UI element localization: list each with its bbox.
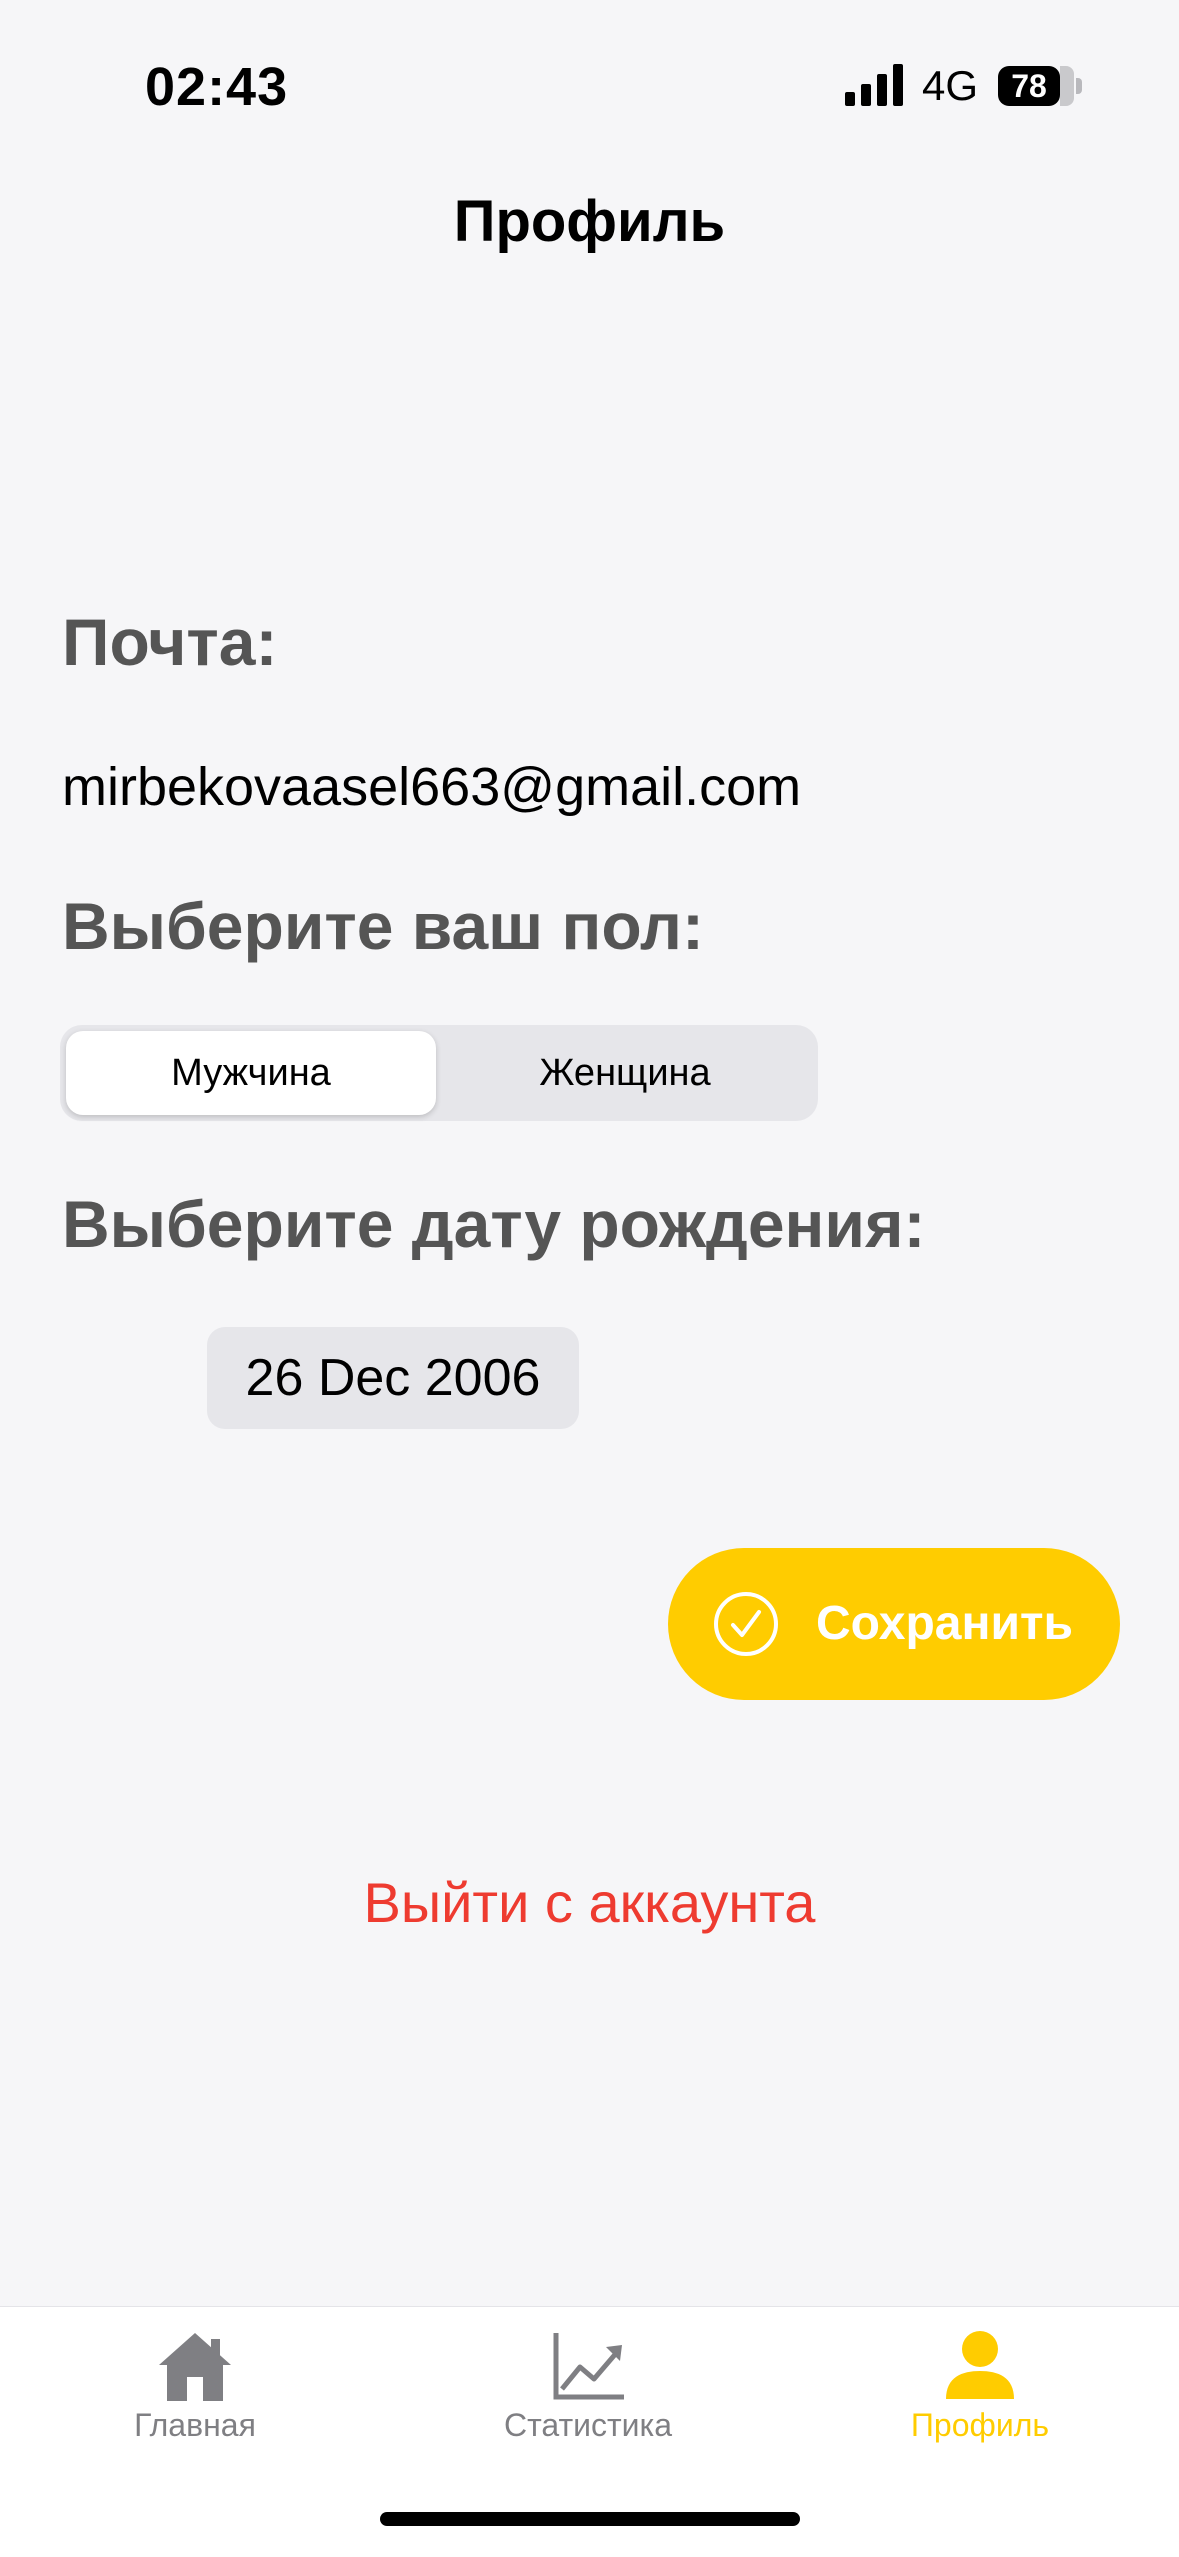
signal-icon [845, 64, 903, 106]
home-indicator [380, 2512, 800, 2526]
logout-button[interactable]: Выйти с аккаунта [0, 1870, 1179, 1935]
save-button-label: Сохранить [816, 1597, 1074, 1650]
email-value: mirbekovaasel663@gmail.com [62, 757, 802, 817]
email-label: Почта: [62, 605, 278, 679]
save-button[interactable]: Сохранить [668, 1548, 1120, 1700]
tab-home-label: Главная [134, 2407, 256, 2443]
birth-date-picker[interactable]: 26 Dec 2006 [207, 1327, 579, 1429]
battery-icon: 78 [998, 66, 1060, 106]
tab-profile-label: Профиль [910, 2407, 1050, 2443]
status-bar: 02:43 4G 78 [0, 0, 1179, 150]
gender-option-female[interactable]: Женщина [440, 1031, 810, 1115]
check-circle-icon [714, 1592, 778, 1656]
tab-statistics[interactable]: Статистика [438, 2307, 738, 2487]
birth-date-label: Выберите дату рождения: [62, 1187, 926, 1261]
page-title: Профиль [453, 189, 726, 254]
tab-statistics-label: Статистика [503, 2407, 673, 2443]
gender-label: Выберите ваш пол: [62, 889, 704, 963]
gender-segmented-control: Мужчина Женщина [60, 1025, 818, 1121]
chart-icon [553, 2333, 624, 2400]
person-icon [946, 2331, 1014, 2399]
tab-profile[interactable]: Профиль [830, 2307, 1130, 2487]
battery-cap [1076, 78, 1082, 94]
home-icon [159, 2333, 231, 2401]
tab-home[interactable]: Главная [45, 2307, 345, 2487]
network-type: 4G [922, 62, 979, 109]
battery-empty-area [1060, 66, 1074, 106]
gender-option-male[interactable]: Мужчина [66, 1031, 436, 1115]
status-time: 02:43 [145, 57, 289, 117]
